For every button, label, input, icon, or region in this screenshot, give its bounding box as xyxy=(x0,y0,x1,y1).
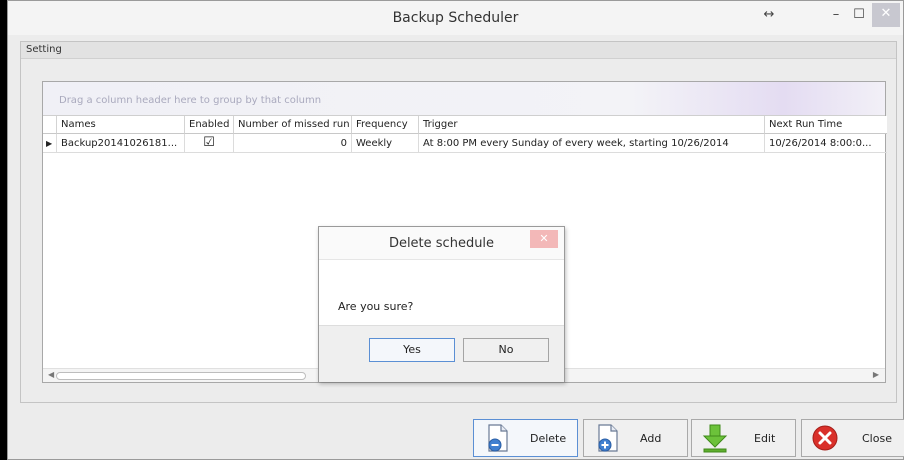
column-header-enabled[interactable]: Enabled xyxy=(185,116,234,134)
table-cell-trigger[interactable]: At 8:00 PM every Sunday of every week, s… xyxy=(419,134,765,153)
no-button[interactable]: No xyxy=(463,338,549,362)
dialog-title-bar: Delete schedule ✕ xyxy=(319,227,564,259)
delete-schedule-dialog: Delete schedule ✕ Are you sure? Yes No xyxy=(318,226,565,382)
add-document-icon xyxy=(598,424,618,452)
close-circle-icon xyxy=(812,425,838,451)
setting-group-title: Setting xyxy=(21,42,896,59)
row-indicator-icon[interactable]: ▶ xyxy=(43,134,57,153)
title-bar: Backup Scheduler ↔ – ☐ ✕ xyxy=(8,1,903,35)
dialog-close-button[interactable]: ✕ xyxy=(530,230,558,248)
window-close-button[interactable]: ✕ xyxy=(872,3,900,27)
delete-document-icon xyxy=(488,424,508,452)
delete-button-label: Delete xyxy=(530,432,567,445)
table-cell-name[interactable]: Backup20141026181... xyxy=(57,134,185,153)
minimize-button[interactable]: – xyxy=(825,5,847,27)
column-header-names[interactable]: Names xyxy=(57,116,185,134)
edit-button[interactable]: Edit xyxy=(691,419,796,457)
column-header-next-run-time[interactable]: Next Run Time xyxy=(765,116,887,134)
table-cell-missed-runs[interactable]: 0 xyxy=(234,134,352,153)
column-header-missed-runs[interactable]: Number of missed run xyxy=(234,116,352,134)
close-button-label: Close xyxy=(862,432,892,445)
table-cell-frequency[interactable]: Weekly xyxy=(352,134,419,153)
yes-button[interactable]: Yes xyxy=(369,338,455,362)
column-header-trigger[interactable]: Trigger xyxy=(419,116,765,134)
group-by-hint: Drag a column header here to group by th… xyxy=(59,95,322,106)
enabled-checkbox[interactable]: ☑ xyxy=(185,134,234,153)
delete-button[interactable]: Delete xyxy=(473,419,578,457)
add-button[interactable]: Add xyxy=(583,419,688,457)
scroll-right-icon[interactable]: ▶ xyxy=(873,370,879,379)
download-arrow-icon xyxy=(702,424,728,453)
resize-icon[interactable]: ↔ xyxy=(758,5,780,27)
group-by-panel[interactable]: Drag a column header here to group by th… xyxy=(43,82,885,116)
dialog-message: Are you sure? xyxy=(319,259,564,325)
scroll-thumb[interactable] xyxy=(56,372,306,380)
column-header-indicator xyxy=(43,116,57,134)
maximize-button[interactable]: ☐ xyxy=(848,5,870,27)
column-header-frequency[interactable]: Frequency xyxy=(352,116,419,134)
table-cell-next-run-time[interactable]: 10/26/2014 8:00:0... xyxy=(765,134,887,153)
dialog-title: Delete schedule xyxy=(388,236,495,251)
scroll-left-icon[interactable]: ◀ xyxy=(48,370,54,379)
dialog-footer: Yes No xyxy=(319,325,564,382)
close-button[interactable]: Close xyxy=(801,419,904,457)
add-button-label: Add xyxy=(640,432,662,445)
edit-button-label: Edit xyxy=(754,432,776,445)
